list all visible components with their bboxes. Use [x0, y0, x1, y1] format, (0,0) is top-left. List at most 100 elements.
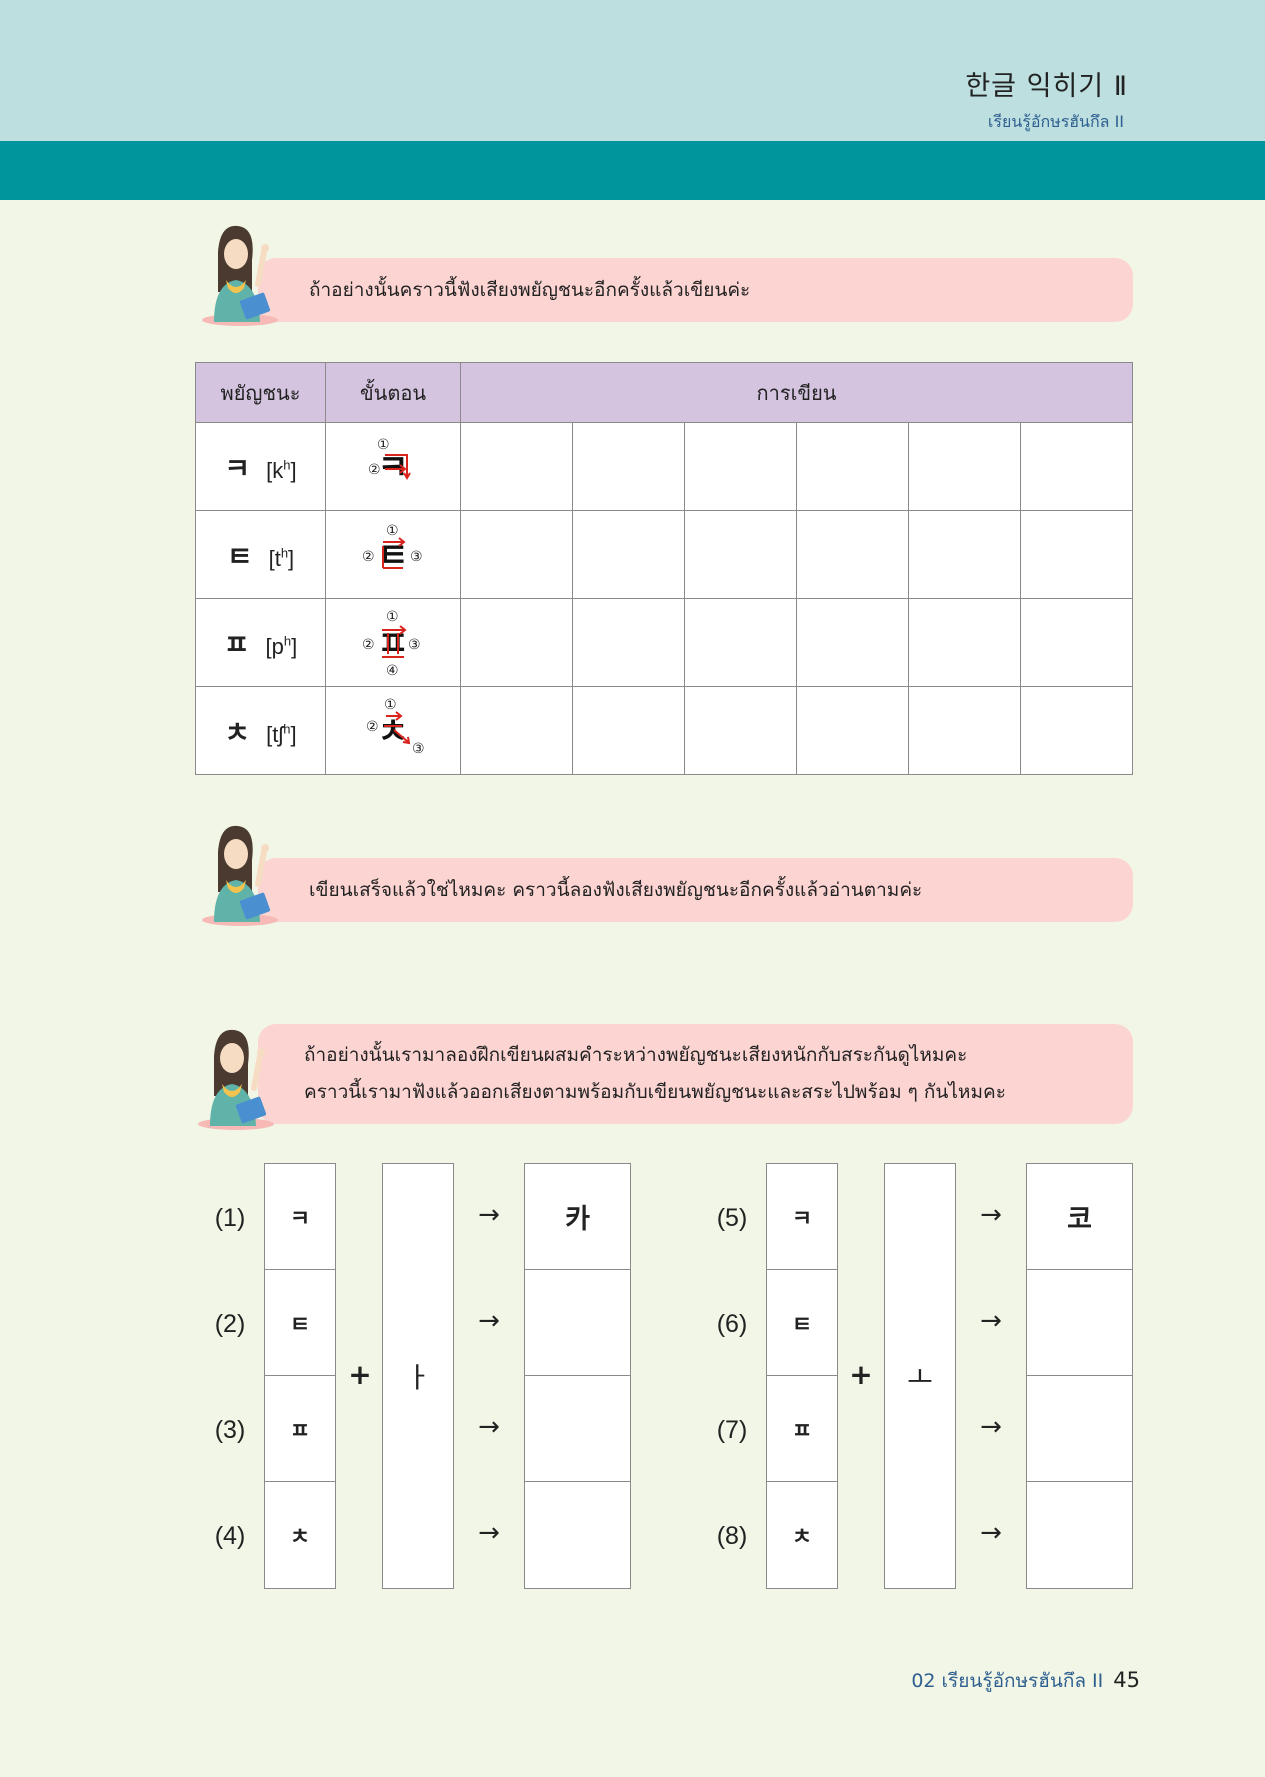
writing-cell[interactable]	[572, 598, 685, 687]
item-label: (5)	[716, 1204, 748, 1232]
table-row: ㅋ [kh] ㅋ ① ②	[195, 422, 1133, 511]
writing-cell[interactable]	[1020, 510, 1133, 599]
result-cell[interactable]	[1027, 1482, 1132, 1588]
writing-cell[interactable]	[796, 510, 909, 599]
instruction-text: คราวนี้เรามาฟังแล้วออกเสียงตามพร้อมกับเข…	[304, 1081, 1006, 1103]
footer-chapter: 02 เรียนรู้อักษรฮันกึล II	[911, 1670, 1104, 1692]
result-cell[interactable]	[1027, 1270, 1132, 1376]
consonant-column: ㅋ ㅌ ㅍ ㅊ	[766, 1163, 838, 1589]
item-label: (3)	[214, 1416, 246, 1444]
teacher-avatar-icon	[202, 225, 278, 326]
result-column: 카	[524, 1163, 631, 1589]
writing-cell[interactable]	[572, 422, 685, 511]
page-footer: 02 เรียนรู้อักษรฮันกึล II 45	[911, 1666, 1140, 1696]
plus-sign: +	[849, 1358, 873, 1391]
writing-cell[interactable]	[1020, 686, 1133, 775]
writing-cell[interactable]	[1020, 598, 1133, 687]
arrow-icon: →	[478, 1306, 500, 1336]
arrow-icon: →	[980, 1200, 1002, 1230]
consonant-cell: ㅋ [kh]	[195, 422, 326, 511]
teacher-avatar-icon	[198, 1029, 274, 1130]
consonant-char: ㅍ	[223, 627, 250, 661]
stroke-number: ①	[386, 522, 399, 539]
writing-cell[interactable]	[460, 598, 573, 687]
consonant-char: ㅊ	[224, 715, 251, 749]
stroke-number: ①	[377, 436, 390, 453]
stroke-diagram: ㅍ ① ② ③ ④	[358, 608, 428, 678]
writing-cell[interactable]	[460, 510, 573, 599]
header-steps: ขั้นตอน	[325, 362, 461, 423]
item-label: (8)	[716, 1522, 748, 1550]
stroke-number: ②	[362, 636, 375, 653]
header-stripe	[0, 141, 1265, 200]
table-row: ㅊ [tʃh] ㅊ ① ② ③	[195, 686, 1133, 775]
table-header-row: พยัญชนะ ขั้นตอน การเขียน	[195, 362, 1133, 423]
table-row: ㅌ [th] ㅌ ① ② ③	[195, 510, 1133, 599]
consonant-cell: ㅍ	[767, 1376, 837, 1482]
writing-cell[interactable]	[796, 422, 909, 511]
stroke-number: ①	[384, 696, 397, 713]
stroke-number: ①	[386, 608, 399, 625]
table-row: ㅍ [ph] ㅍ ① ② ③ ④	[195, 598, 1133, 687]
speech-bubble: ถ้าอย่างนั้นคราวนี้ฟังเสียงพยัญชนะอีกครั…	[258, 258, 1133, 322]
ipa-label: [ph]	[265, 633, 298, 659]
result-column: 코	[1026, 1163, 1133, 1589]
writing-cell[interactable]	[908, 422, 1021, 511]
item-label: (4)	[214, 1522, 246, 1550]
writing-cell[interactable]	[908, 686, 1021, 775]
header-consonant: พยัญชนะ	[195, 362, 326, 423]
consonant-cell: ㅋ	[767, 1164, 837, 1270]
writing-cell[interactable]	[460, 686, 573, 775]
arrow-icon: →	[980, 1306, 1002, 1336]
stroke-order-cell: ㅋ ① ②	[325, 422, 461, 511]
instruction-bubble-1: ถ้าอย่างนั้นคราวนี้ฟังเสียงพยัญชนะอีกครั…	[200, 222, 1133, 327]
item-label: (7)	[716, 1416, 748, 1444]
writing-cell[interactable]	[908, 510, 1021, 599]
writing-cell[interactable]	[908, 598, 1021, 687]
arrow-icon: →	[478, 1412, 500, 1442]
consonant-cell: ㅊ [tʃh]	[195, 686, 326, 775]
stroke-number: ③	[408, 636, 421, 653]
result-cell[interactable]	[525, 1376, 630, 1482]
result-cell[interactable]	[1027, 1376, 1132, 1482]
speech-bubble: ถ้าอย่างนั้นเรามาลองฝึกเขียนผสมคำระหว่าง…	[258, 1024, 1133, 1124]
result-cell[interactable]	[525, 1270, 630, 1376]
consonant-cell: ㅌ	[265, 1270, 335, 1376]
writing-cell[interactable]	[572, 510, 685, 599]
result-cell[interactable]: 카	[525, 1164, 630, 1270]
result-cell[interactable]: 코	[1027, 1164, 1132, 1270]
writing-cell[interactable]	[1020, 422, 1133, 511]
writing-cell[interactable]	[796, 686, 909, 775]
header-writing: การเขียน	[460, 362, 1133, 423]
vowel-cell: ㅏ	[382, 1163, 454, 1589]
item-label: (2)	[214, 1310, 246, 1338]
stroke-number: ②	[366, 718, 379, 735]
writing-cell[interactable]	[684, 686, 797, 775]
instruction-text: ถ้าอย่างนั้นคราวนี้ฟังเสียงพยัญชนะอีกครั…	[309, 278, 751, 301]
arrow-icon: →	[478, 1518, 500, 1548]
item-label: (6)	[716, 1310, 748, 1338]
stroke-diagram: ㅋ ① ②	[358, 432, 428, 502]
page-number: 45	[1113, 1668, 1140, 1692]
writing-cell[interactable]	[572, 686, 685, 775]
writing-cell[interactable]	[684, 422, 797, 511]
speech-bubble: เขียนเสร็จแล้วใช่ไหมคะ คราวนี้ลองฟังเสีย…	[258, 858, 1133, 922]
writing-cell[interactable]	[796, 598, 909, 687]
writing-cell[interactable]	[684, 510, 797, 599]
stroke-number: ④	[386, 662, 399, 679]
stroke-order-cell: ㅊ ① ② ③	[325, 686, 461, 775]
stroke-number: ②	[368, 461, 381, 478]
result-cell[interactable]	[525, 1482, 630, 1588]
writing-cell[interactable]	[460, 422, 573, 511]
writing-cell[interactable]	[684, 598, 797, 687]
consonant-cell: ㅊ	[791, 1525, 813, 1550]
instruction-bubble-3: ถ้าอย่างนั้นเรามาลองฝึกเขียนผสมคำระหว่าง…	[198, 1022, 1133, 1132]
teacher-avatar-icon	[202, 825, 278, 926]
arrow-icon: →	[980, 1518, 1002, 1548]
consonant-cell: ㅍ [ph]	[195, 598, 326, 687]
arrow-icon: →	[478, 1200, 500, 1230]
consonant-cell: ㅋ	[265, 1164, 335, 1270]
arrow-icon: →	[980, 1412, 1002, 1442]
plus-sign: +	[348, 1358, 372, 1391]
vowel-cell: ㅗ	[884, 1163, 956, 1589]
